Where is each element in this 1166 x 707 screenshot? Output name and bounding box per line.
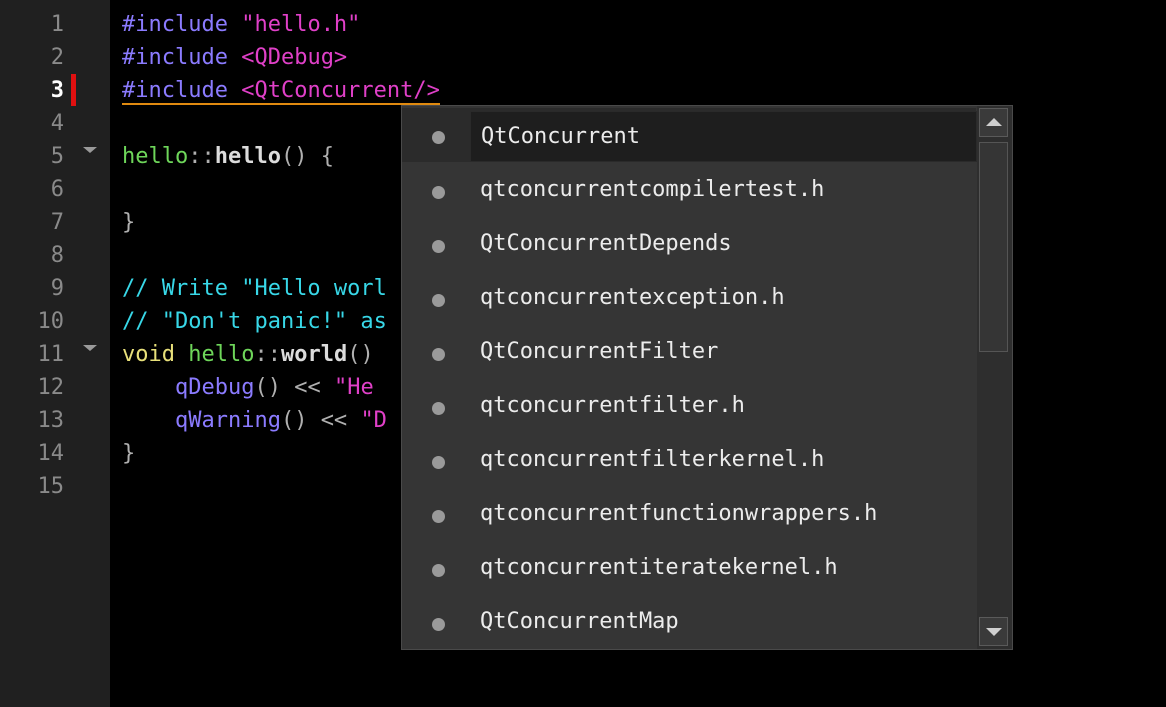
function-call: qWarning (174, 408, 281, 433)
code-line-11: void hello::world() (122, 338, 374, 371)
include-path-error: <QtConcurrent/> (241, 78, 440, 103)
completion-item-label: qtconcurrentexception.h (480, 285, 785, 310)
preprocessor-directive: #include (122, 12, 228, 37)
completion-item[interactable]: qtconcurrentiteratekernel.h (402, 541, 976, 595)
code-line-2: #include <QDebug> (122, 41, 347, 74)
method-name: world (280, 342, 348, 367)
code-line-3: #include <QtConcurrent/> (122, 74, 440, 107)
code-punctuation: () (347, 342, 374, 367)
completion-popup[interactable]: QtConcurrent qtconcurrentcompilertest.h … (401, 105, 1013, 650)
completion-kind-icon (432, 402, 445, 415)
code-line-14: } (122, 441, 136, 466)
completion-kind-icon (432, 131, 445, 144)
completion-item-label: qtconcurrentfilter.h (480, 393, 745, 418)
completion-item-label: QtConcurrentDepends (480, 231, 732, 256)
completion-item-label: qtconcurrentfilterkernel.h (480, 447, 825, 472)
completion-kind-icon (432, 186, 445, 199)
completion-item[interactable]: QtConcurrentMap (402, 595, 976, 649)
method-name: hello (214, 144, 281, 169)
class-name: hello (188, 342, 255, 367)
code-line-13: qWarning() << "D (122, 404, 387, 437)
code-line-7: } (122, 210, 136, 235)
scrollbar-thumb[interactable] (979, 142, 1008, 352)
completion-item-selected[interactable]: QtConcurrent (402, 108, 977, 162)
code-line-1: #include "hello.h" (122, 8, 360, 41)
completion-kind-icon (432, 240, 445, 253)
string-literal: "D (360, 408, 387, 433)
completion-item-label: QtConcurrentFilter (480, 339, 719, 364)
preprocessor-directive: #include (122, 45, 228, 70)
scope-operator: :: (254, 342, 281, 367)
completion-item[interactable]: QtConcurrentDepends (402, 217, 976, 271)
completion-item[interactable]: qtconcurrentfilterkernel.h (402, 433, 976, 487)
string-literal: "He (333, 375, 374, 400)
completion-item[interactable]: qtconcurrentexception.h (402, 271, 976, 325)
completion-item-label: QtConcurrent (470, 111, 977, 162)
code-line-9: // Write "Hello worl (122, 276, 387, 301)
completion-kind-icon (432, 294, 445, 307)
code-line-12: qDebug() << "He (122, 371, 374, 404)
completion-item-label: qtconcurrentiteratekernel.h (480, 555, 838, 580)
completion-item[interactable]: qtconcurrentfunctionwrappers.h (402, 487, 976, 541)
completion-kind-icon (432, 564, 445, 577)
keyword: void (122, 342, 175, 367)
completion-item-label: qtconcurrentfunctionwrappers.h (480, 501, 878, 526)
function-call: qDebug (174, 375, 255, 400)
scroll-up-button[interactable] (979, 108, 1008, 137)
completion-kind-icon (432, 348, 445, 361)
completion-item[interactable]: qtconcurrentcompilertest.h (402, 163, 976, 217)
code-operator: () << (254, 375, 334, 400)
arrow-up-icon (986, 118, 1002, 126)
include-path: <QDebug> (241, 45, 348, 70)
completion-item[interactable]: qtconcurrentfilter.h (402, 379, 976, 433)
scroll-down-button[interactable] (979, 617, 1008, 646)
completion-item-label: QtConcurrentMap (480, 609, 679, 634)
preprocessor-directive: #include (122, 78, 228, 103)
code-operator: () << (280, 408, 361, 433)
code-punctuation: () { (280, 144, 334, 169)
code-line-10: // "Don't panic!" as (122, 309, 387, 334)
completion-kind-icon (432, 510, 445, 523)
completion-kind-icon (432, 618, 445, 631)
include-path: "hello.h" (241, 12, 361, 37)
class-name: hello (122, 144, 189, 169)
completion-kind-icon (432, 456, 445, 469)
scope-operator: :: (188, 144, 215, 169)
completion-scrollbar[interactable] (977, 106, 1012, 649)
completion-item[interactable]: QtConcurrentFilter (402, 325, 976, 379)
completion-item-label: qtconcurrentcompilertest.h (480, 177, 825, 202)
code-line-5: hello::hello() { (122, 140, 334, 173)
arrow-down-icon (986, 628, 1002, 636)
